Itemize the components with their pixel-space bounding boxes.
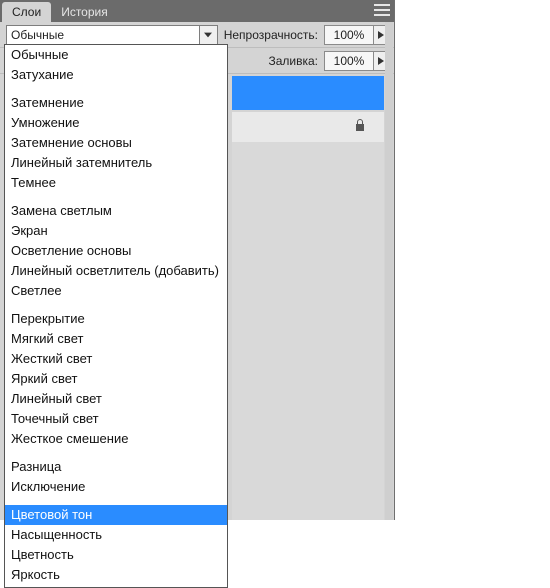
fill-field[interactable]: 100% xyxy=(324,51,374,71)
blend-mode-value: Обычные xyxy=(7,28,64,42)
dropdown-separator xyxy=(5,497,227,505)
opacity-field[interactable]: 100% xyxy=(324,25,374,45)
blend-option[interactable]: Обычные xyxy=(5,45,227,65)
layer-row-selected[interactable] xyxy=(232,76,384,110)
blend-option[interactable]: Затемнение основы xyxy=(5,133,227,153)
blend-option[interactable]: Разница xyxy=(5,457,227,477)
blend-option[interactable]: Темнее xyxy=(5,173,227,193)
blend-option[interactable]: Яркий свет xyxy=(5,369,227,389)
dropdown-separator xyxy=(5,449,227,457)
blend-option[interactable]: Линейный затемнитель xyxy=(5,153,227,173)
blend-option[interactable]: Перекрытие xyxy=(5,309,227,329)
blend-option[interactable]: Линейный осветлитель (добавить) xyxy=(5,261,227,281)
dropdown-separator xyxy=(5,193,227,201)
fill-label: Заливка: xyxy=(268,54,318,68)
blend-option[interactable]: Затемнение xyxy=(5,93,227,113)
layers-empty-area xyxy=(232,142,384,520)
blend-option[interactable]: Затухание xyxy=(5,65,227,85)
blend-option[interactable]: Мягкий свет xyxy=(5,329,227,349)
blend-option[interactable]: Яркость xyxy=(5,565,227,585)
blend-mode-dropdown[interactable]: ОбычныеЗатухание ЗатемнениеУмножениеЗатем… xyxy=(4,44,228,588)
dropdown-separator xyxy=(5,85,227,93)
tab-history[interactable]: История xyxy=(51,2,118,22)
lock-icon xyxy=(354,118,366,137)
blend-mode-select[interactable]: Обычные xyxy=(6,25,218,45)
blend-option[interactable]: Жесткое смешение xyxy=(5,429,227,449)
blend-option[interactable]: Замена светлым xyxy=(5,201,227,221)
dropdown-separator xyxy=(5,301,227,309)
opacity-label: Непрозрачность: xyxy=(224,28,318,42)
panel-menu-icon[interactable] xyxy=(374,4,390,16)
blend-option[interactable]: Насыщенность xyxy=(5,525,227,545)
blend-option[interactable]: Умножение xyxy=(5,113,227,133)
tab-layers[interactable]: Слои xyxy=(2,2,51,22)
blend-option[interactable]: Исключение xyxy=(5,477,227,497)
blend-option[interactable]: Точечный свет xyxy=(5,409,227,429)
panel-scrollbar[interactable] xyxy=(385,22,393,520)
chevron-down-icon[interactable] xyxy=(199,26,217,44)
blend-option[interactable]: Цветовой тон xyxy=(5,505,227,525)
blend-option[interactable]: Линейный свет xyxy=(5,389,227,409)
layer-row-background[interactable] xyxy=(232,112,384,142)
blend-option[interactable]: Экран xyxy=(5,221,227,241)
blend-option[interactable]: Цветность xyxy=(5,545,227,565)
blend-option[interactable]: Осветление основы xyxy=(5,241,227,261)
layers-panel: Слои История Обычные Непрозрачность: 100… xyxy=(0,0,395,520)
panel-tabbar: Слои История xyxy=(0,0,394,22)
blend-option[interactable]: Жесткий свет xyxy=(5,349,227,369)
blend-option[interactable]: Светлее xyxy=(5,281,227,301)
